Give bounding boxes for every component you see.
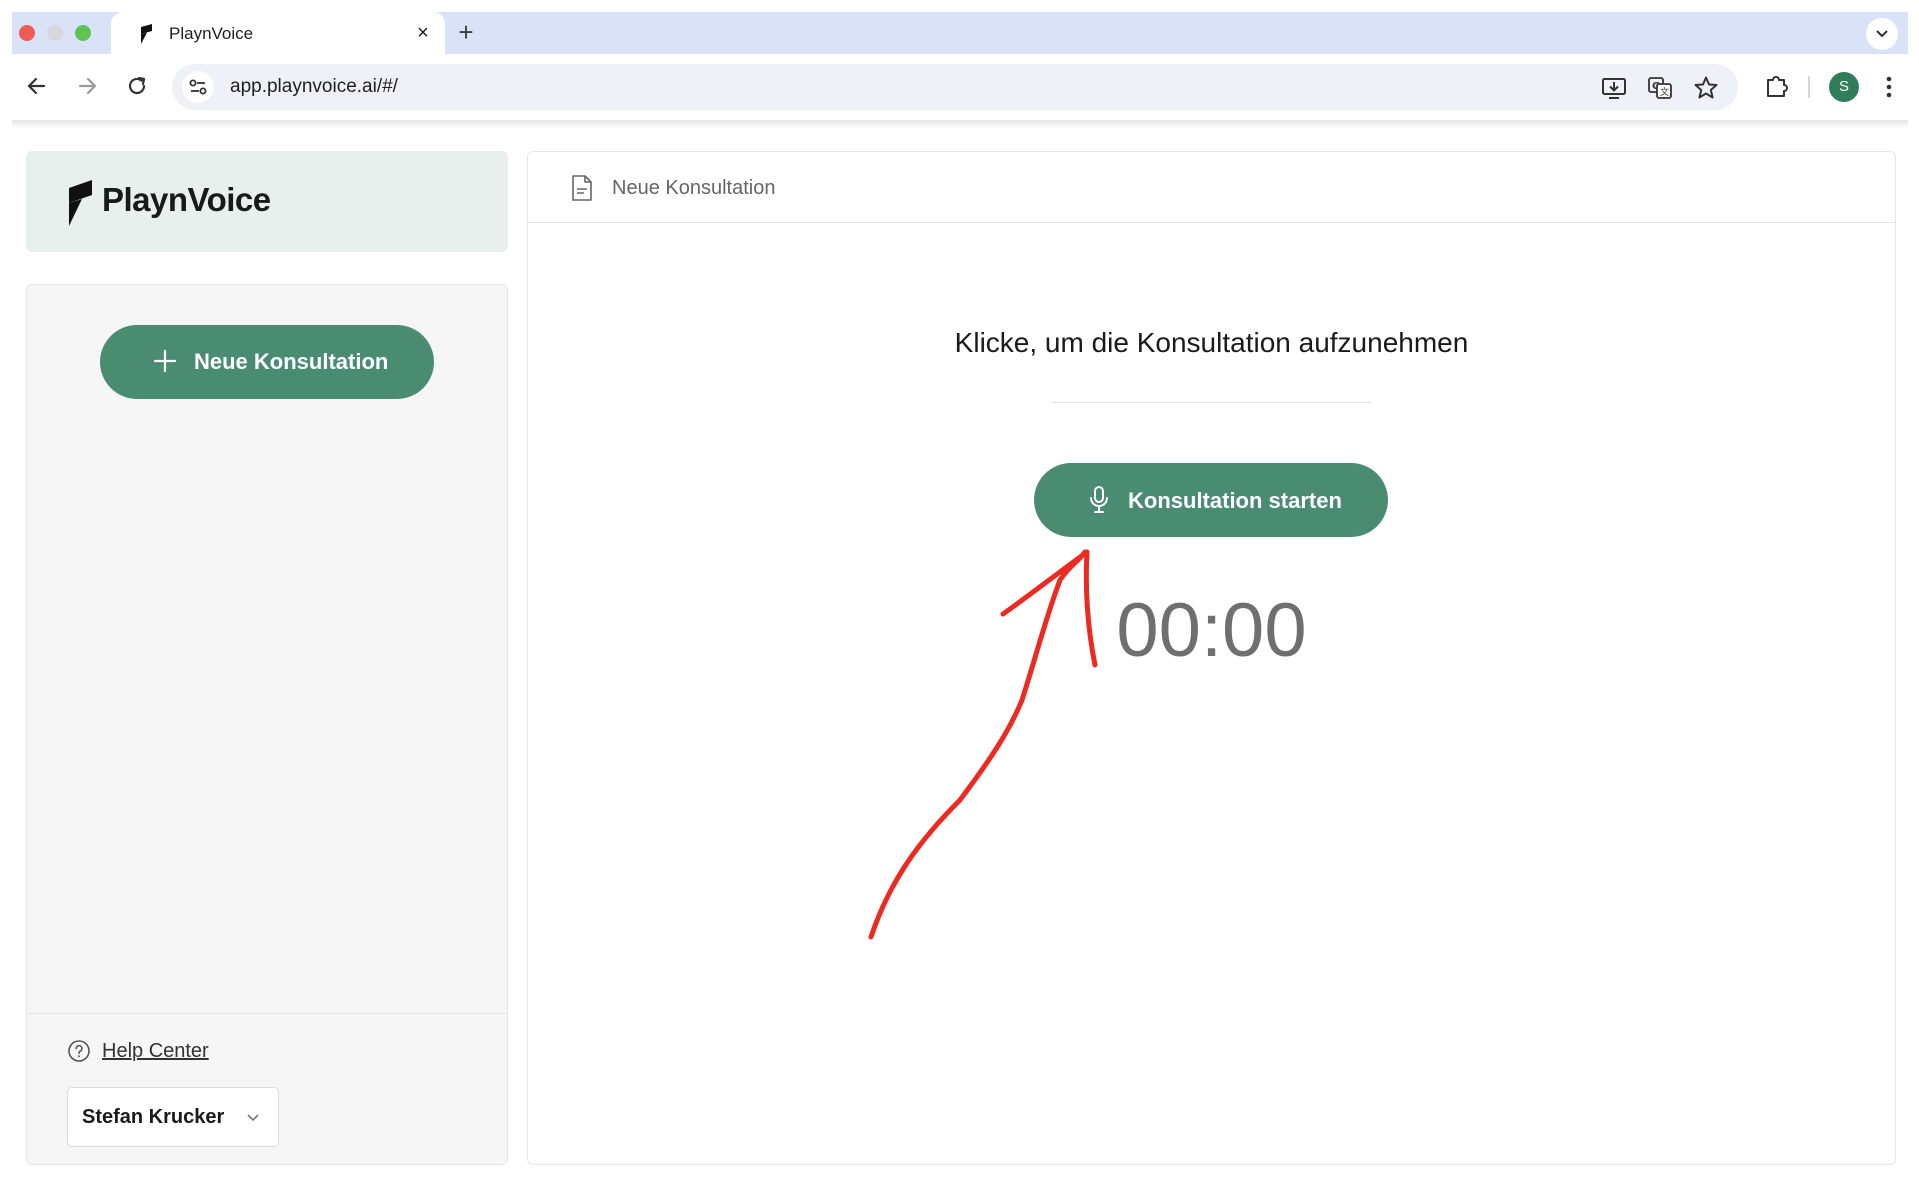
main-header: Neue Konsultation <box>528 152 1895 223</box>
url-text: app.playnvoice.ai/#/ <box>230 76 398 97</box>
tab-search-button[interactable] <box>1866 18 1898 50</box>
start-consultation-label: Konsultation starten <box>1128 488 1342 513</box>
tab-close-icon[interactable]: × <box>411 21 435 45</box>
translate-icon[interactable]: G 文 <box>1646 74 1674 102</box>
user-menu-select[interactable]: Stefan Krucker <box>67 1087 279 1147</box>
playnvoice-favicon-icon <box>141 24 152 44</box>
site-info-button[interactable] <box>182 71 214 103</box>
close-window-button[interactable] <box>19 25 35 41</box>
page-title: Neue Konsultation <box>612 177 776 199</box>
new-consultation-label: Neue Konsultation <box>194 349 389 374</box>
chevron-down-icon <box>247 1114 259 1122</box>
tab-title: PlaynVoice <box>169 24 254 43</box>
logo-card: PlaynVoice <box>26 151 508 252</box>
address-bar[interactable]: app.playnvoice.ai/#/ G 文 <box>172 64 1738 110</box>
install-app-icon[interactable] <box>1600 74 1628 102</box>
minimize-window-button[interactable] <box>47 25 63 41</box>
microphone-icon <box>1090 486 1108 513</box>
user-name: Stefan Krucker <box>82 1106 225 1128</box>
more-menu-icon[interactable] <box>1874 70 1904 104</box>
toolbar-separator <box>1808 76 1810 98</box>
main-panel: Neue Konsultation Klicke, um die Konsult… <box>527 151 1896 1165</box>
sidebar: Neue Konsultation Help Center Stefan Kru… <box>26 284 508 1165</box>
help-center-link[interactable]: Help Center <box>102 1040 209 1063</box>
recording-timer: 00:00 <box>1116 588 1307 673</box>
logo-text: PlaynVoice <box>102 181 271 218</box>
back-arrow-icon[interactable] <box>20 69 54 103</box>
toolbar-shadow <box>12 120 1908 128</box>
profile-avatar[interactable]: S <box>1829 72 1859 102</box>
browser-toolbar: app.playnvoice.ai/#/ G 文 S <box>12 54 1908 120</box>
record-prompt: Klicke, um die Konsultation aufzunehmen <box>954 327 1469 358</box>
tab-strip: PlaynVoice × + <box>12 12 1908 54</box>
start-consultation-button[interactable]: Konsultation starten <box>1034 463 1388 537</box>
prompt-divider <box>1051 402 1371 403</box>
new-tab-button[interactable]: + <box>452 19 480 47</box>
bookmark-star-icon[interactable] <box>1692 74 1720 102</box>
browser-tab-playnvoice[interactable]: PlaynVoice × <box>111 12 445 54</box>
tune-icon <box>189 79 207 95</box>
chevron-down-icon <box>1876 30 1888 38</box>
document-icon <box>572 175 592 201</box>
browser-window: PlaynVoice × + app.playnvoice.ai/#/ 文 S <box>12 12 1908 120</box>
plus-icon <box>153 349 177 373</box>
playnvoice-logo-icon <box>69 180 92 226</box>
new-consultation-button[interactable]: Neue Konsultation <box>100 325 434 399</box>
reload-icon[interactable] <box>120 69 154 103</box>
forward-arrow-icon[interactable] <box>70 69 104 103</box>
maximize-window-button[interactable] <box>75 25 91 41</box>
svg-text:文: 文 <box>1660 86 1669 98</box>
extensions-puzzle-icon[interactable] <box>1762 71 1792 101</box>
help-circle-icon <box>68 1040 90 1062</box>
sidebar-divider <box>27 1013 507 1014</box>
